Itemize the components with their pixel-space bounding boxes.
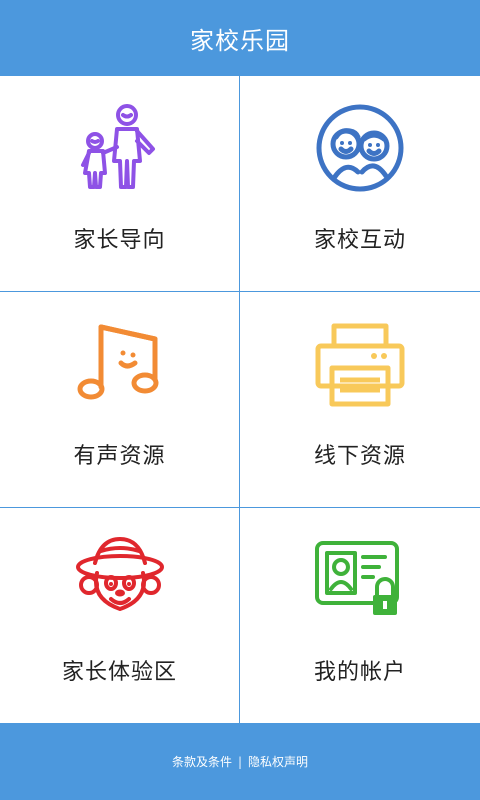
printer-icon bbox=[310, 314, 410, 414]
account-card-lock-icon bbox=[310, 530, 410, 630]
menu-item-label: 家长体验区 bbox=[61, 660, 177, 685]
footer-separator: | bbox=[237, 754, 243, 769]
menu-item-parent-guide[interactable]: 家长导向 bbox=[0, 76, 240, 292]
page-title: 家校乐园 bbox=[190, 26, 290, 55]
two-faces-icon bbox=[310, 98, 410, 198]
app-header: 家校乐园 bbox=[0, 0, 480, 76]
parent-child-icon bbox=[70, 98, 170, 198]
menu-item-parent-experience[interactable]: 家长体验区 bbox=[0, 508, 240, 723]
menu-item-home-school[interactable]: 家校互动 bbox=[240, 76, 480, 292]
menu-item-label: 家长导向 bbox=[73, 228, 166, 253]
menu-item-label: 我的帐户 bbox=[313, 660, 406, 685]
terms-link[interactable]: 条款及条件 bbox=[172, 753, 232, 770]
mouse-mascot-icon bbox=[70, 530, 170, 630]
music-note-icon bbox=[70, 314, 170, 414]
privacy-link[interactable]: 隐私权声明 bbox=[248, 753, 308, 770]
app-footer: 条款及条件 | 隐私权声明 bbox=[0, 723, 480, 800]
menu-item-label: 有声资源 bbox=[73, 444, 166, 469]
menu-item-audio-resources[interactable]: 有声资源 bbox=[0, 292, 240, 508]
menu-item-my-account[interactable]: 我的帐户 bbox=[240, 508, 480, 723]
menu-item-label: 线下资源 bbox=[313, 444, 406, 469]
menu-item-label: 家校互动 bbox=[313, 228, 406, 253]
menu-item-offline-resources[interactable]: 线下资源 bbox=[240, 292, 480, 508]
menu-grid: 家长导向 家校互动 有声资源 线下资源 家长体验区 我的帐户 bbox=[0, 76, 480, 723]
